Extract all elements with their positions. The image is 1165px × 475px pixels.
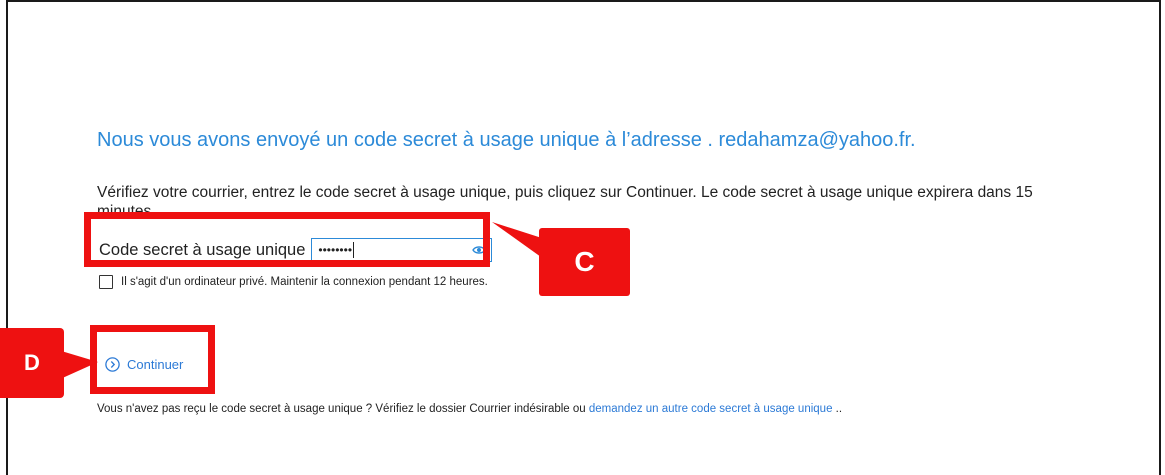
annotation-label-c: C <box>539 228 630 296</box>
callout-pointer-d <box>58 350 98 380</box>
annotation-label-d: D <box>0 328 64 398</box>
